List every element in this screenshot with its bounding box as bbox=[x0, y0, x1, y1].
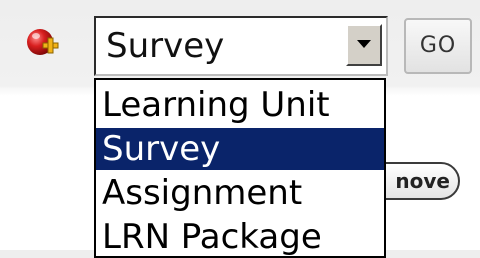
dropdown-list: Learning Unit Survey Assignment LRN Pack… bbox=[94, 78, 386, 258]
add-icon[interactable] bbox=[26, 26, 60, 60]
option-survey[interactable]: Survey bbox=[96, 128, 384, 170]
option-assignment[interactable]: Assignment bbox=[96, 172, 384, 214]
option-lrn-package[interactable]: LRN Package bbox=[96, 216, 384, 258]
dropdown-arrow-icon[interactable] bbox=[346, 24, 382, 66]
go-button[interactable]: GO bbox=[404, 18, 472, 74]
option-learning-unit[interactable]: Learning Unit bbox=[96, 84, 384, 126]
content-type-select[interactable]: Survey bbox=[94, 16, 388, 76]
add-plus-icon bbox=[27, 29, 59, 55]
select-current-value: Survey bbox=[106, 26, 225, 66]
